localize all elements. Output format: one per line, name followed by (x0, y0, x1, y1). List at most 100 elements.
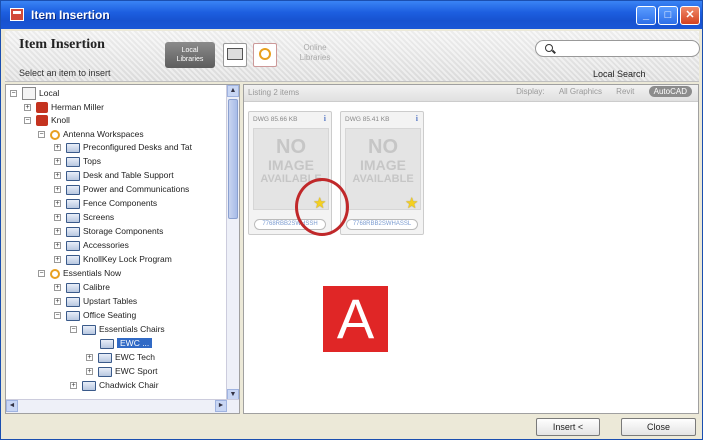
header-title: Item Insertion (19, 37, 105, 52)
favorite-star-icon[interactable]: ★ (405, 194, 418, 212)
collapse-icon[interactable]: − (54, 312, 61, 319)
collapse-icon[interactable]: − (10, 90, 17, 97)
tree-label-selected: EWC ... (117, 338, 153, 348)
tree-label: Preconfigured Desks and Tat (83, 142, 192, 152)
local-libraries-label: Local Libraries (176, 47, 204, 63)
expand-icon[interactable]: + (54, 214, 61, 221)
folder-icon (82, 324, 96, 335)
expand-icon[interactable]: + (54, 186, 61, 193)
tree-label: Desk and Table Support (83, 170, 174, 180)
scroll-right-icon[interactable]: ► (215, 400, 227, 412)
folder-icon (66, 282, 80, 293)
tree-item-knoll[interactable]: − Knoll (24, 114, 70, 127)
item-list-pane: Listing 2 items Display: All Graphics Re… (243, 84, 699, 414)
tree-item-office-seating[interactable]: − Office Seating (54, 309, 136, 322)
scroll-thumb[interactable] (228, 99, 238, 219)
card-file-info: DWG 85.66 KB (253, 116, 298, 123)
collapse-icon[interactable]: − (38, 270, 45, 277)
tree-label: EWC Tech (115, 352, 155, 362)
tree-label: Storage Components (83, 226, 164, 236)
display-filter: Display: All Graphics Revit AutoCAD (504, 86, 692, 97)
tree-horizontal-scrollbar[interactable]: ◄ ► (6, 399, 239, 413)
expand-icon[interactable]: + (54, 256, 61, 263)
close-window-button[interactable]: ✕ (680, 6, 700, 25)
tree-item-essentials-now[interactable]: − Essentials Now (38, 267, 121, 280)
folder-icon (100, 338, 114, 349)
tree-item-storage-components[interactable]: + Storage Components (54, 225, 163, 238)
search-input[interactable] (535, 40, 700, 57)
expand-icon[interactable]: + (54, 242, 61, 249)
scroll-left-icon[interactable]: ◄ (6, 400, 18, 412)
expand-icon[interactable]: + (24, 104, 31, 111)
tree-item-ewc-tech[interactable]: + EWC Tech (86, 351, 155, 364)
info-icon[interactable]: i (416, 114, 418, 123)
tree-item-chadwick-chair[interactable]: + Chadwick Chair (70, 379, 159, 392)
folder-icon (66, 254, 80, 265)
tree-item-essentials-chairs[interactable]: − Essentials Chairs (70, 323, 165, 336)
expand-icon[interactable]: + (54, 144, 61, 151)
expand-icon[interactable]: + (54, 228, 61, 235)
tree-item-tops[interactable]: + Tops (54, 155, 101, 168)
minimize-button[interactable]: _ (636, 6, 656, 25)
expand-icon[interactable]: + (54, 172, 61, 179)
tree-item-desk-and-table-support[interactable]: + Desk and Table Support (54, 169, 174, 182)
folder-icon (66, 156, 80, 167)
tree-label: Screens (83, 212, 115, 222)
local-libraries-button[interactable]: Local Libraries (165, 42, 215, 68)
tree-item-upstart-tables[interactable]: + Upstart Tables (54, 295, 137, 308)
list-toolbar: Listing 2 items Display: All Graphics Re… (244, 85, 698, 102)
tree-label: Accessories (83, 240, 129, 250)
display-option-revit[interactable]: Revit (616, 87, 634, 96)
tree-item-power-and-communications[interactable]: + Power and Communications (54, 183, 189, 196)
online-library-icon[interactable] (253, 43, 277, 67)
tree-label: Chadwick Chair (99, 380, 159, 390)
window-title: Item Insertion (31, 8, 110, 22)
tree-item-ewc-sport[interactable]: + EWC Sport (86, 365, 158, 378)
expand-icon[interactable]: + (54, 298, 61, 305)
display-option-all-graphics[interactable]: All Graphics (559, 87, 602, 96)
expand-icon[interactable]: + (86, 354, 93, 361)
tree-item-screens[interactable]: + Screens (54, 211, 114, 224)
tree-label: Upstart Tables (83, 296, 138, 306)
collapse-icon[interactable]: − (70, 326, 77, 333)
card-name: 7768RBB2SWHASSL (346, 219, 418, 230)
tree-item-herman-miller[interactable]: + Herman Miller (24, 101, 104, 114)
collapse-icon[interactable]: − (38, 131, 45, 138)
collection-icon (50, 129, 60, 140)
card-file-info: DWG 85.41 KB (345, 116, 390, 123)
maximize-button[interactable]: □ (658, 6, 678, 25)
close-button[interactable]: Close (621, 418, 696, 436)
online-libraries-button[interactable]: Online Libraries (295, 43, 335, 63)
tree-item-accessories[interactable]: + Accessories (54, 239, 129, 252)
expand-icon[interactable]: + (54, 200, 61, 207)
info-icon[interactable]: i (324, 114, 326, 123)
expand-icon[interactable]: + (54, 284, 61, 291)
tree-item-calibre[interactable]: + Calibre (54, 281, 110, 294)
display-option-autocad[interactable]: AutoCAD (648, 86, 692, 97)
library-tree[interactable]: − Local + Herman Miller − Knoll − Antenn… (5, 84, 240, 414)
monitor-icon[interactable] (223, 43, 247, 67)
tree-label: Power and Communications (83, 184, 190, 194)
insert-button[interactable]: Insert < (536, 418, 600, 436)
tree-item-preconfigured-desks[interactable]: + Preconfigured Desks and Tat (54, 141, 192, 154)
tree-label: Office Seating (83, 310, 137, 320)
tree-item-antenna-workspaces[interactable]: − Antenna Workspaces (38, 128, 144, 141)
expand-icon[interactable]: + (54, 158, 61, 165)
tree-item-knollkey-lock-program[interactable]: + KnollKey Lock Program (54, 253, 172, 266)
listing-count: Listing 2 items (248, 88, 300, 97)
expand-icon[interactable]: + (86, 368, 93, 375)
title-bar[interactable]: Item Insertion _ □ ✕ (1, 1, 702, 29)
folder-icon (66, 310, 80, 321)
scroll-up-icon[interactable]: ▲ (227, 85, 239, 97)
item-card[interactable]: DWG 85.41 KB i NO IMAGE AVAILABLE ★ 7768… (340, 111, 424, 235)
collapse-icon[interactable]: − (24, 117, 31, 124)
search-label: Local Search (593, 69, 646, 79)
expand-icon[interactable]: + (70, 382, 77, 389)
tree-item-selected[interactable]: EWC ... (100, 337, 153, 350)
tree-label: Herman Miller (51, 102, 104, 112)
tree-item-local[interactable]: − Local (10, 87, 59, 101)
tree-label: Calibre (83, 282, 110, 292)
tree-vertical-scrollbar[interactable]: ▲ ▼ (226, 85, 239, 401)
tree-item-fence-components[interactable]: + Fence Components (54, 197, 157, 210)
folder-icon (82, 380, 96, 391)
